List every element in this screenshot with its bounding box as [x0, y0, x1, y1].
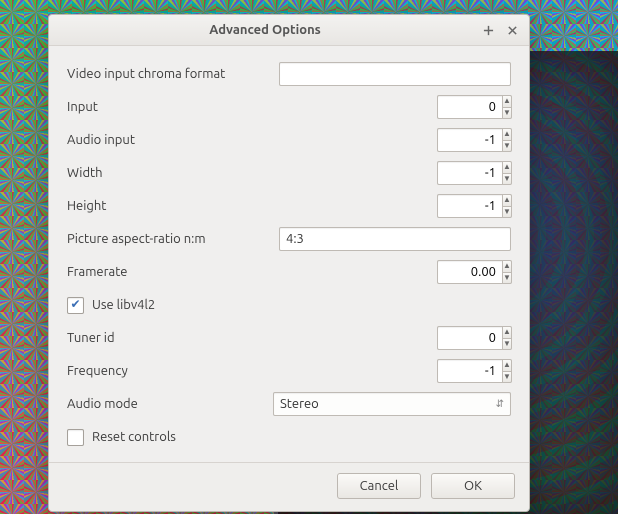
frequency-step-up[interactable]: ▲ — [502, 359, 512, 371]
height-value[interactable] — [437, 194, 502, 218]
reset-controls-checkbox[interactable] — [67, 429, 84, 446]
reset-controls-label: Reset controls — [92, 430, 176, 444]
framerate-step-up[interactable]: ▲ — [502, 260, 512, 272]
dialog-body: Video input chroma format Input ▲ ▼ Audi… — [49, 46, 529, 462]
audio-input-step-down[interactable]: ▼ — [502, 140, 512, 153]
frequency-value[interactable] — [437, 359, 502, 383]
audio-mode-select[interactable]: Stereo ⇵ — [273, 392, 511, 416]
framerate-stepper[interactable]: ▲ ▼ — [437, 260, 511, 284]
width-value[interactable] — [437, 161, 502, 185]
titlebar: Advanced Options — [49, 15, 529, 46]
ok-button[interactable]: OK — [431, 473, 515, 499]
reset-controls-row: Reset controls — [67, 423, 511, 451]
aspect-label: Picture aspect-ratio n:m — [67, 232, 247, 246]
input-label: Input — [67, 100, 247, 114]
use-libv4l2-checkbox[interactable] — [67, 297, 84, 314]
frequency-step-down[interactable]: ▼ — [502, 371, 512, 384]
width-step-up[interactable]: ▲ — [502, 161, 512, 173]
audio-input-value[interactable] — [437, 128, 502, 152]
plus-icon[interactable] — [479, 21, 497, 39]
input-stepper[interactable]: ▲ ▼ — [437, 95, 511, 119]
use-libv4l2-row: Use libv4l2 — [67, 291, 511, 319]
audio-input-stepper[interactable]: ▲ ▼ — [437, 128, 511, 152]
height-label: Height — [67, 199, 247, 213]
dialog-footer: Cancel OK — [49, 462, 529, 511]
audio-input-step-up[interactable]: ▲ — [502, 128, 512, 140]
chroma-label: Video input chroma format — [67, 67, 247, 81]
width-label: Width — [67, 166, 247, 180]
height-step-up[interactable]: ▲ — [502, 194, 512, 206]
cancel-button[interactable]: Cancel — [337, 473, 421, 499]
width-step-down[interactable]: ▼ — [502, 173, 512, 186]
tuner-id-step-down[interactable]: ▼ — [502, 338, 512, 351]
audio-input-label: Audio input — [67, 133, 247, 147]
tuner-id-label: Tuner id — [67, 331, 247, 345]
tuner-id-value[interactable] — [437, 326, 502, 350]
framerate-step-down[interactable]: ▼ — [502, 272, 512, 285]
aspect-input[interactable] — [279, 227, 511, 251]
input-step-up[interactable]: ▲ — [502, 95, 512, 107]
window-title: Advanced Options — [57, 23, 473, 37]
tuner-id-stepper[interactable]: ▲ ▼ — [437, 326, 511, 350]
tuner-id-step-up[interactable]: ▲ — [502, 326, 512, 338]
framerate-value[interactable] — [437, 260, 502, 284]
height-stepper[interactable]: ▲ ▼ — [437, 194, 511, 218]
height-step-down[interactable]: ▼ — [502, 206, 512, 219]
width-stepper[interactable]: ▲ ▼ — [437, 161, 511, 185]
framerate-label: Framerate — [67, 265, 247, 279]
chroma-input[interactable] — [279, 62, 511, 86]
audio-mode-label: Audio mode — [67, 397, 247, 411]
chevron-updown-icon: ⇵ — [496, 398, 504, 410]
use-libv4l2-label: Use libv4l2 — [92, 298, 155, 312]
close-icon[interactable] — [503, 21, 521, 39]
audio-mode-value: Stereo — [280, 397, 319, 411]
advanced-options-dialog: Advanced Options Video input chroma form… — [48, 14, 530, 512]
frequency-label: Frequency — [67, 364, 247, 378]
frequency-stepper[interactable]: ▲ ▼ — [437, 359, 511, 383]
input-value[interactable] — [437, 95, 502, 119]
input-step-down[interactable]: ▼ — [502, 107, 512, 120]
